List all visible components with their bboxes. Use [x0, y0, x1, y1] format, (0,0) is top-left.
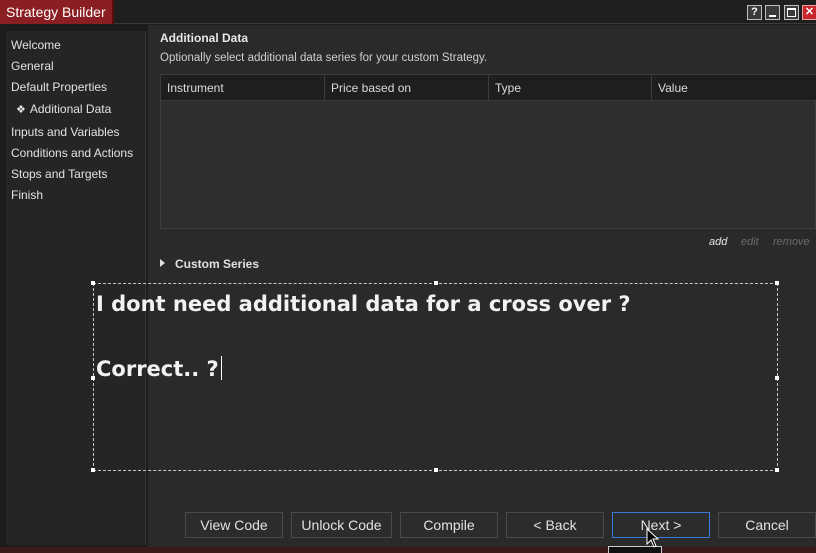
- minimize-icon: [769, 15, 776, 17]
- next-button[interactable]: Next >: [612, 512, 710, 538]
- taskbar-strip: [0, 547, 816, 553]
- nav-item-finish[interactable]: Finish: [11, 188, 43, 202]
- section-title: Additional Data: [160, 31, 249, 45]
- remove-link[interactable]: remove: [773, 236, 810, 248]
- resize-handle[interactable]: [434, 281, 438, 285]
- column-instrument[interactable]: Instrument: [161, 75, 325, 101]
- add-link[interactable]: add: [709, 236, 727, 248]
- annotation-line-1: I dont need additional data for a cross …: [96, 292, 631, 316]
- maximize-icon: [787, 8, 796, 17]
- maximize-button[interactable]: [784, 5, 799, 20]
- resize-handle[interactable]: [775, 468, 779, 472]
- column-price-based-on[interactable]: Price based on: [325, 75, 489, 101]
- title-bar: Strategy Builder ? ✕: [0, 0, 816, 24]
- resize-handle[interactable]: [91, 376, 95, 380]
- column-type[interactable]: Type: [489, 75, 652, 101]
- resize-handle[interactable]: [91, 281, 95, 285]
- view-code-button[interactable]: View Code: [185, 512, 283, 538]
- minimize-button[interactable]: [765, 5, 780, 20]
- annotation-line-2-text: Correct.. ?: [96, 357, 219, 381]
- back-button[interactable]: < Back: [506, 512, 604, 538]
- edit-link[interactable]: edit: [741, 236, 759, 248]
- annotation-textbox[interactable]: I dont need additional data for a cross …: [91, 281, 779, 472]
- custom-series-expander[interactable]: Custom Series: [160, 257, 259, 271]
- nav-item-label: Additional Data: [29, 102, 112, 116]
- nav-item-stops-and-targets[interactable]: Stops and Targets: [11, 167, 108, 181]
- text-caret: [220, 356, 222, 380]
- unlock-code-button[interactable]: Unlock Code: [291, 512, 392, 538]
- active-bullet-icon: ❖: [16, 104, 26, 116]
- help-button[interactable]: ?: [747, 5, 762, 20]
- resize-handle[interactable]: [775, 376, 779, 380]
- nav-item-default-properties[interactable]: Default Properties: [11, 80, 107, 94]
- close-button[interactable]: ✕: [802, 5, 816, 20]
- compile-button[interactable]: Compile: [400, 512, 498, 538]
- window-title: Strategy Builder: [0, 0, 114, 24]
- data-series-grid[interactable]: Instrument Price based on Type Value: [160, 74, 816, 229]
- mouse-pointer-icon: [646, 528, 660, 548]
- column-value[interactable]: Value: [652, 75, 816, 101]
- resize-handle[interactable]: [91, 468, 95, 472]
- nav-item-conditions-and-actions[interactable]: Conditions and Actions: [11, 146, 133, 160]
- nav-item-general[interactable]: General: [11, 59, 54, 73]
- nav-item-additional-data[interactable]: ❖ Additional Data: [16, 102, 111, 116]
- resize-handle[interactable]: [775, 281, 779, 285]
- nav-item-inputs-and-variables[interactable]: Inputs and Variables: [11, 125, 120, 139]
- expand-triangle-icon: [160, 259, 165, 267]
- custom-series-label: Custom Series: [175, 257, 260, 271]
- grid-header: Instrument Price based on Type Value: [161, 75, 816, 101]
- nav-item-welcome[interactable]: Welcome: [11, 38, 61, 52]
- section-subtitle: Optionally select additional data series…: [160, 52, 488, 64]
- annotation-line-2: Correct.. ?: [96, 356, 222, 381]
- resize-handle[interactable]: [434, 468, 438, 472]
- cancel-button[interactable]: Cancel: [718, 512, 816, 538]
